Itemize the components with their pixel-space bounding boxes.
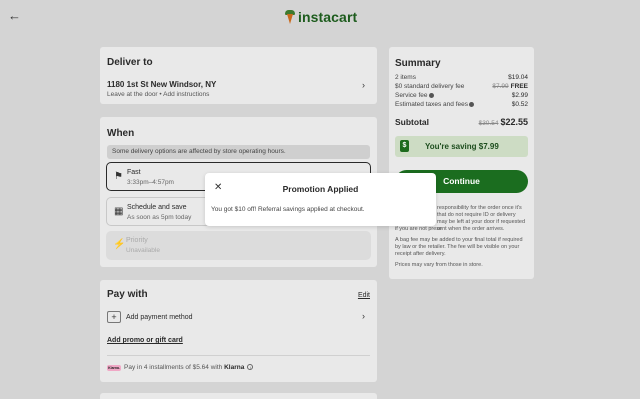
delivery-instructions[interactable]: Leave at the door • Add instructions — [107, 91, 209, 98]
summary-row-delivery-fee: $0 standard delivery fee $7.99 FREE — [395, 83, 528, 90]
price-note: Prices may vary from those in store. — [395, 262, 483, 268]
fast-delivery-icon: ⚑ — [114, 171, 123, 182]
row-label: Estimated taxes and fees — [395, 101, 468, 108]
option-subtitle: 3:33pm–4:57pm — [127, 179, 174, 186]
row-value: $0.52 — [511, 101, 528, 108]
klarna-installments-text: Pay in 4 installments of $5.64 with Klar… — [124, 364, 254, 371]
row-label: Service fee — [395, 92, 428, 99]
delivery-option-priority: ⚡ Priority Unavailable — [106, 231, 371, 260]
klarna-prefix: Pay in 4 installments of $5.64 with — [124, 364, 223, 371]
price-tag-icon: $ — [400, 140, 409, 152]
modal-title: Promotion Applied — [282, 184, 359, 194]
option-subtitle: Unavailable — [126, 247, 160, 254]
delivery-address[interactable]: 1180 1st St New Windsor, NY — [107, 80, 216, 89]
plus-icon[interactable]: + — [107, 311, 121, 323]
arrow-left-icon[interactable]: ← — [8, 9, 22, 23]
row-value: FREE — [510, 83, 528, 90]
divider — [107, 355, 370, 356]
promotion-modal: ✕ Promotion Applied You got $10 off! Ref… — [205, 173, 436, 226]
chevron-right-icon[interactable]: › — [362, 80, 365, 90]
bag-fee-note: A bag fee may be added to your final tot… — [395, 237, 523, 257]
row-old-value: $7.99 — [492, 83, 509, 90]
logo-text: instacart — [298, 9, 358, 25]
row-label: $0 standard delivery fee — [395, 83, 465, 90]
subtotal-value: $22.55 — [500, 117, 528, 127]
edit-payment-link[interactable]: Edit — [358, 292, 370, 299]
subtotal-row: Subtotal $30.54 $22.55 — [395, 117, 528, 127]
summary-row-service-fee: Service fee $2.99 — [395, 92, 528, 99]
summary-row-items: 2 items $19.04 — [395, 74, 528, 81]
option-subtitle: As soon as 5pm today — [127, 214, 192, 221]
fine-print-line: if you are not present when the order ar… — [395, 226, 505, 232]
pay-with-card: Pay with Edit + Add payment method › Add… — [100, 280, 377, 382]
next-section-card — [100, 393, 377, 399]
savings-text: You're saving $7.99 — [425, 142, 499, 151]
add-promo-link[interactable]: Add promo or gift card — [107, 337, 183, 344]
summary-row-taxes: Estimated taxes and fees $0.52 — [395, 101, 528, 108]
summary-title: Summary — [395, 58, 441, 69]
savings-banner: $ You're saving $7.99 — [395, 136, 528, 157]
subtotal-label: Subtotal — [395, 117, 429, 127]
instacart-logo[interactable]: instacart — [284, 8, 357, 26]
option-title: Fast — [127, 169, 141, 176]
top-bar: ← instacart — [0, 0, 640, 34]
when-title: When — [107, 128, 135, 139]
info-icon[interactable]: i — [247, 364, 254, 371]
row-value: $2.99 — [511, 92, 528, 99]
subtotal-old: $30.54 — [478, 120, 499, 127]
klarna-logo: Klarna. — [107, 365, 121, 371]
chevron-right-icon[interactable]: › — [362, 311, 365, 321]
row-value: $19.04 — [508, 74, 528, 81]
store-hours-notice: Some delivery options are affected by st… — [107, 145, 370, 159]
row-label: 2 items — [395, 74, 416, 81]
pay-with-title: Pay with — [107, 289, 148, 300]
add-payment-method[interactable]: Add payment method — [126, 314, 193, 321]
deliver-to-title: Deliver to — [107, 57, 153, 68]
modal-body: You got $10 off! Referral savings applie… — [211, 206, 365, 213]
info-icon[interactable] — [428, 92, 434, 98]
info-icon[interactable] — [469, 101, 474, 107]
deliver-to-card: Deliver to 1180 1st St New Windsor, NY L… — [100, 47, 377, 104]
summary-card: Summary 2 items $19.04 $0 standard deliv… — [389, 47, 534, 279]
carrot-icon — [284, 10, 296, 24]
calendar-icon: ▦ — [114, 206, 124, 217]
lightning-icon: ⚡ — [113, 239, 126, 250]
option-title: Priority — [126, 237, 148, 244]
option-title: Schedule and save — [127, 204, 187, 211]
klarna-brand: Klarna — [224, 364, 245, 371]
